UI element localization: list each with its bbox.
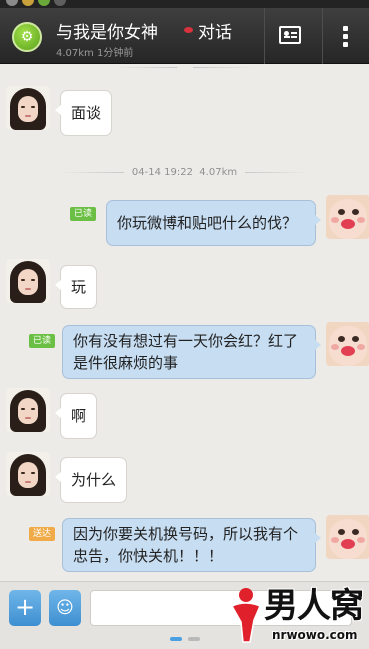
contact-card-button[interactable] xyxy=(264,16,316,56)
watermark-logo: 男人窝 nrwowo.com xyxy=(226,584,369,646)
plus-icon: + xyxy=(14,593,36,621)
message-bubble-incoming[interactable]: 玩 xyxy=(54,265,98,309)
watermark-url: nrwowo.com xyxy=(272,628,358,642)
message-bubble-incoming[interactable]: 为什么 xyxy=(54,457,128,503)
message-text: 因为你要关机换号码，所以我有个忠告，你快关机！！！ xyxy=(73,525,299,565)
message-bubble-outgoing[interactable]: 你玩微博和贴吧什么的伐？ xyxy=(106,200,321,246)
chat-label: 对话 xyxy=(198,23,232,43)
message-bubble-outgoing[interactable]: 你有没有想过有一天你会红？红了是件很麻烦的事 xyxy=(62,325,321,379)
smiley-icon: ☺ xyxy=(56,598,74,618)
contact-name[interactable]: 与我是你女神 xyxy=(56,18,158,43)
contact-avatar[interactable] xyxy=(6,388,50,432)
emoji-button[interactable]: ☺ xyxy=(49,590,81,626)
notification-icon xyxy=(54,0,66,6)
plus-button[interactable]: + xyxy=(9,590,41,626)
message-bubble-incoming[interactable]: 啊 xyxy=(54,393,98,439)
notification-icon xyxy=(22,0,34,6)
message-text: 为什么 xyxy=(71,471,117,489)
status-bar xyxy=(0,0,369,8)
chat-header: ⚙ 与我是你女神 对话 4.07km 1分钟前 xyxy=(0,8,369,64)
message-text: 你玩微博和贴吧什么的伐？ xyxy=(117,214,298,232)
contact-card-icon xyxy=(279,26,301,44)
my-avatar[interactable] xyxy=(326,195,369,239)
contact-avatar[interactable] xyxy=(6,86,50,130)
page-indicator-dot-active xyxy=(170,637,182,641)
distance-time-subtitle: 4.07km 1分钟前 xyxy=(56,48,134,59)
contact-avatar[interactable] xyxy=(6,452,50,496)
read-status-badge: 已读 xyxy=(29,334,56,348)
read-status-badge: 已读 xyxy=(70,207,97,221)
message-text: 你有没有想过有一天你会红？红了是件很麻烦的事 xyxy=(73,332,299,372)
message-text: 面谈 xyxy=(71,104,102,122)
timestamp-date: 04-14 19:22 xyxy=(131,167,193,178)
header-divider xyxy=(322,8,323,64)
divider-line xyxy=(192,66,257,68)
delivered-status-badge: 送达 xyxy=(29,527,56,541)
message-bubble-incoming[interactable]: 面谈 xyxy=(54,90,113,136)
my-avatar[interactable] xyxy=(326,515,369,559)
timestamp-divider-partial xyxy=(0,62,369,73)
watermark-figure-icon xyxy=(230,588,261,643)
notification-icon xyxy=(6,0,18,6)
divider-line xyxy=(112,66,177,68)
my-avatar[interactable] xyxy=(326,322,369,366)
message-text: 玩 xyxy=(71,278,87,296)
bike-icon[interactable]: ⚙ xyxy=(12,22,42,52)
more-options-button[interactable] xyxy=(326,16,364,56)
timestamp-distance: 4.07km xyxy=(199,167,238,178)
page-indicator-dot xyxy=(188,637,200,641)
message-bubble-outgoing[interactable]: 因为你要关机换号码，所以我有个忠告，你快关机！！！ xyxy=(62,518,321,572)
notification-icon xyxy=(38,0,50,6)
divider-line xyxy=(59,171,124,173)
contact-avatar[interactable] xyxy=(6,259,50,303)
lips-icon xyxy=(184,27,193,33)
divider-line xyxy=(245,171,310,173)
message-text: 啊 xyxy=(71,407,87,425)
watermark-title: 男人窝 xyxy=(264,586,364,626)
timestamp-divider: 04-14 19:22 4.07km xyxy=(0,167,369,178)
